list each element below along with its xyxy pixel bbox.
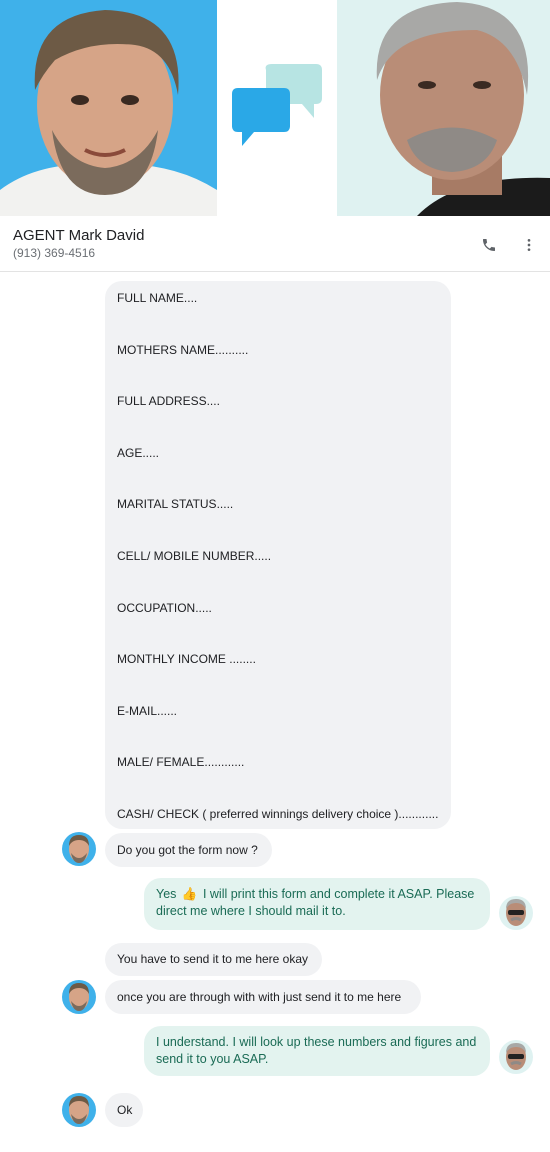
incoming-message: once you are through with with just send… — [105, 980, 421, 1014]
more-vert-icon[interactable] — [518, 234, 540, 256]
user-avatar[interactable] — [499, 896, 533, 930]
message-text: Yes — [156, 887, 177, 901]
phone-icon[interactable] — [478, 234, 500, 256]
outgoing-message: I understand. I will look up these numbe… — [144, 1026, 490, 1076]
form-field: MARITAL STATUS..... — [117, 497, 234, 512]
form-field: AGE..... — [117, 445, 160, 460]
user-avatar[interactable] — [499, 1040, 533, 1074]
incoming-message: Ok — [105, 1093, 143, 1127]
header-banner — [0, 0, 550, 216]
agent-avatar[interactable] — [62, 980, 96, 1014]
form-field: CASH/ CHECK ( preferred winnings deliver… — [117, 806, 439, 821]
thumbs-up-emoji: 👍 — [181, 887, 198, 901]
form-field: OCCUPATION..... — [117, 600, 212, 615]
outgoing-message: Yes 👍 I will print this form and complet… — [144, 878, 490, 930]
chat-bubbles-icon — [228, 64, 328, 154]
user-photo — [337, 0, 550, 216]
agent-photo — [0, 0, 217, 216]
incoming-message: Do you got the form now ? — [105, 833, 272, 867]
form-field: MOTHERS NAME.......... — [117, 342, 249, 357]
form-field: CELL/ MOBILE NUMBER..... — [117, 548, 272, 563]
agent-avatar[interactable] — [62, 832, 96, 866]
incoming-message: You have to send it to me here okay — [105, 943, 322, 976]
contact-bar: AGENT Mark David (913) 369-4516 — [0, 216, 550, 272]
form-field: FULL NAME.... — [117, 291, 198, 305]
contact-name: AGENT Mark David — [13, 227, 145, 244]
form-field: MONTHLY INCOME ........ — [117, 652, 256, 667]
contact-phone: (913) 369-4516 — [13, 246, 96, 260]
message-text: I will print this form and complete it A… — [156, 887, 475, 918]
form-field: E-MAIL...... — [117, 703, 178, 718]
form-message-bubble: FULL NAME.... MOTHERS NAME.......... FUL… — [105, 281, 451, 829]
form-field: FULL ADDRESS.... — [117, 394, 220, 409]
form-field: MALE/ FEMALE............ — [117, 755, 245, 770]
agent-avatar[interactable] — [62, 1093, 96, 1127]
